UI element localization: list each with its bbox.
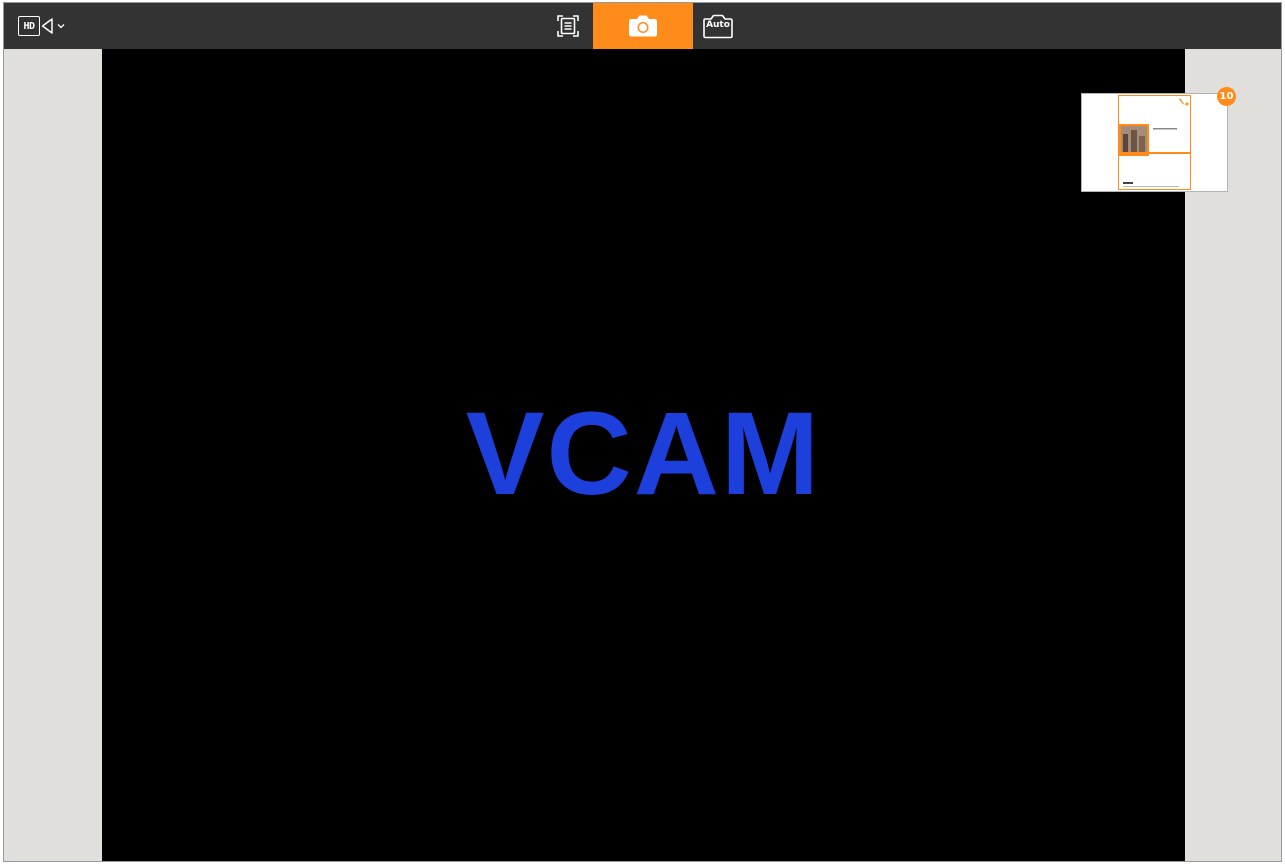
document-scan-icon	[557, 15, 579, 37]
capture-count-badge: 10	[1217, 87, 1236, 106]
camera-feed-text: VCAM	[465, 388, 822, 520]
auto-capture-label: Auto	[706, 20, 730, 30]
hd-icon: HD	[18, 16, 40, 36]
capture-thumbnail[interactable]	[1081, 93, 1228, 192]
auto-capture-button[interactable]: Auto	[701, 3, 735, 49]
chevron-down-icon	[57, 24, 65, 29]
top-toolbar: HD Auto	[4, 3, 1281, 49]
document-scan-button[interactable]	[553, 3, 583, 49]
video-camera-icon	[41, 18, 53, 34]
resolution-selector[interactable]: HD	[18, 15, 65, 37]
thumbnail-page-image	[1118, 95, 1191, 190]
app-window: HD Auto VCAM 10	[3, 2, 1282, 862]
camera-icon	[629, 15, 657, 37]
document-preview-graphic	[1119, 96, 1190, 189]
capture-button[interactable]	[593, 3, 693, 49]
camera-preview: VCAM	[102, 49, 1185, 861]
